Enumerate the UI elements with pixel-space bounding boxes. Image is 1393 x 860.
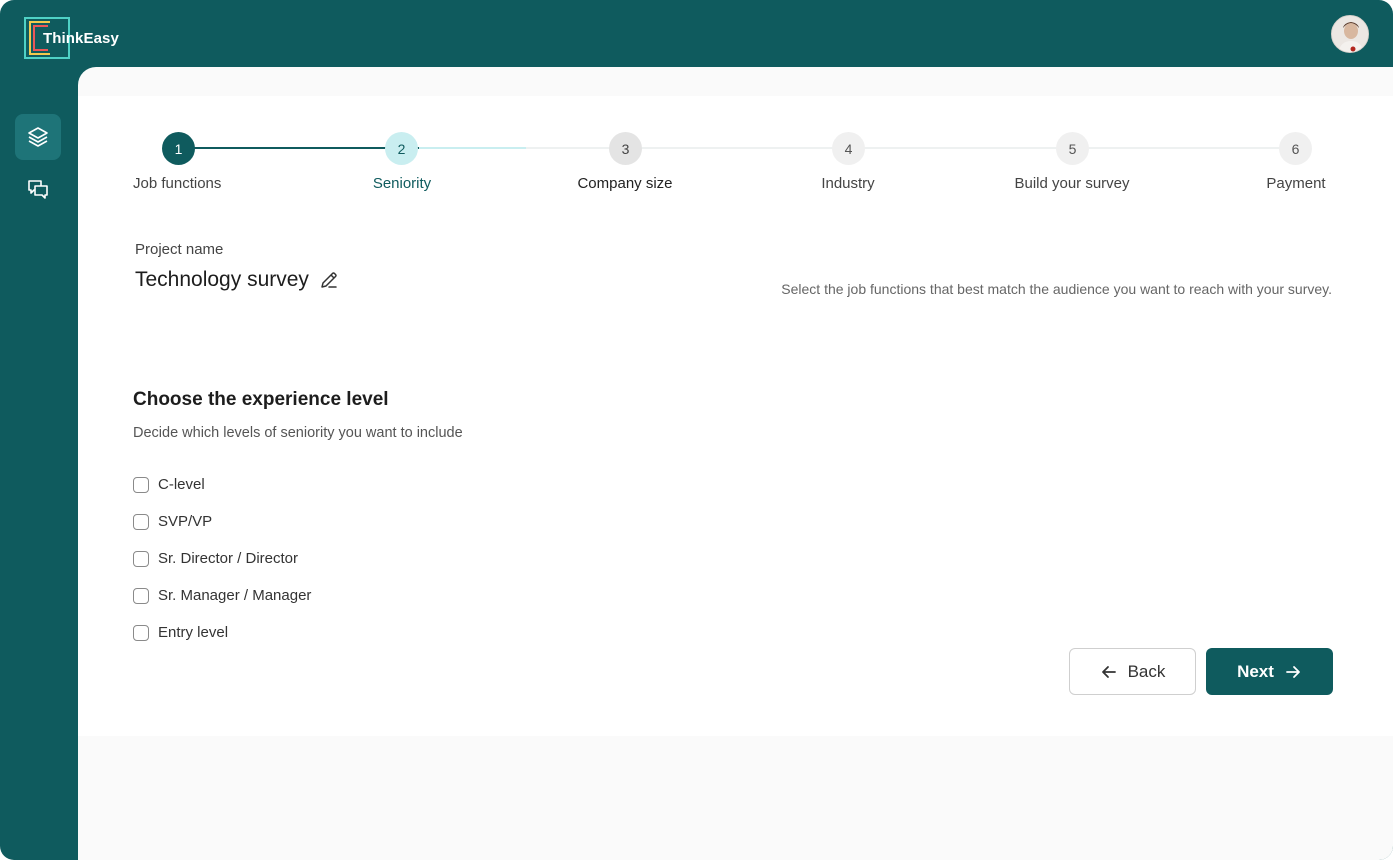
project-name: Technology survey: [135, 268, 339, 292]
option-label: Entry level: [158, 624, 229, 641]
checkbox[interactable]: [133, 513, 149, 530]
option-label: SVP/VP: [158, 513, 213, 530]
step-1-circle[interactable]: 1: [162, 132, 195, 165]
step-3-label: Company size: [577, 175, 673, 192]
app-window: ThinkEasy 1 2 3 4 5 6 Job functions Seni…: [0, 0, 1393, 860]
chat-bubbles-icon: [28, 180, 48, 199]
option-label: Sr. Manager / Manager: [158, 587, 312, 604]
section-title: Choose the experience level: [133, 389, 389, 410]
project-name-label: Project name: [135, 241, 224, 258]
step-6-circle[interactable]: 6: [1279, 132, 1312, 165]
layers-icon: [28, 127, 48, 147]
back-button-label: Back: [1127, 661, 1166, 681]
stepper-progress-current: [419, 147, 526, 149]
sidebar-item-projects[interactable]: [15, 114, 61, 160]
arrow-left-icon: [1101, 665, 1116, 678]
main-content: 1 2 3 4 5 6 Job functions Seniority Comp…: [78, 67, 1393, 860]
checkbox[interactable]: [133, 476, 149, 493]
user-avatar[interactable]: [1331, 15, 1369, 53]
top-bar: ThinkEasy: [0, 0, 1393, 67]
sidebar: [0, 67, 78, 860]
back-button[interactable]: Back: [1069, 648, 1196, 695]
arrow-right-icon: [1286, 665, 1300, 678]
step-2-label: Seniority: [372, 175, 432, 192]
step-6-label: Payment: [1266, 175, 1326, 192]
step-3-circle[interactable]: 3: [609, 132, 642, 165]
option-manager[interactable]: Sr. Manager / Manager: [133, 587, 311, 604]
checkbox[interactable]: [133, 550, 149, 567]
step-2-circle[interactable]: 2: [385, 132, 418, 165]
option-entry-level[interactable]: Entry level: [133, 624, 228, 641]
sidebar-item-messages[interactable]: [15, 166, 61, 212]
step-5-circle[interactable]: 5: [1056, 132, 1089, 165]
option-svp-vp[interactable]: SVP/VP: [133, 513, 212, 530]
option-director[interactable]: Sr. Director / Director: [133, 550, 298, 567]
option-label: C-level: [158, 476, 205, 493]
checkbox[interactable]: [133, 624, 149, 641]
option-c-level[interactable]: C-level: [133, 476, 205, 493]
next-button-label: Next: [1237, 661, 1274, 681]
section-subtitle: Decide which levels of seniority you wan…: [133, 425, 463, 441]
checkbox[interactable]: [133, 587, 149, 604]
option-label: Sr. Director / Director: [158, 550, 299, 567]
step-4-label: Industry: [821, 175, 875, 192]
next-button[interactable]: Next: [1206, 648, 1333, 695]
instruction-hint: Select the job functions that best match…: [781, 281, 1332, 297]
header-panel: [78, 96, 1393, 395]
project-name-text: Technology survey: [135, 268, 309, 291]
step-5-label: Build your survey: [1014, 175, 1130, 192]
edit-pencil-icon[interactable]: [319, 270, 339, 290]
step-1-label: Job functions: [133, 175, 222, 192]
step-4-circle[interactable]: 4: [832, 132, 865, 165]
avatar-image-icon: [1332, 16, 1368, 52]
brand-name: ThinkEasy: [43, 30, 119, 47]
